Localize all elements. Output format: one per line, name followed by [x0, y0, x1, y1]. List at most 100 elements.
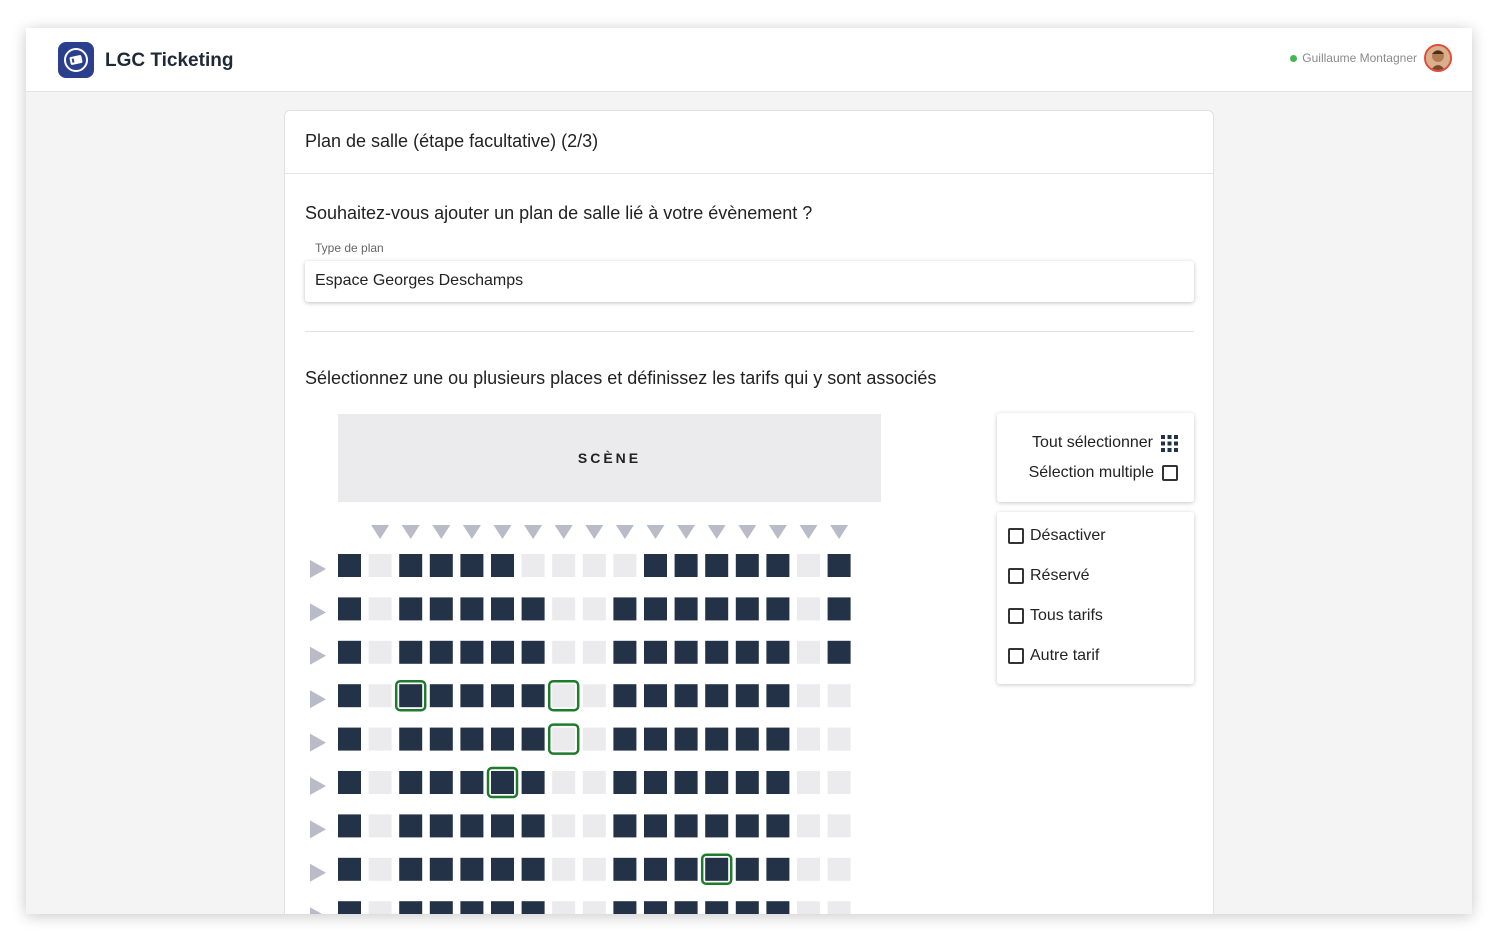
seat[interactable]: [491, 597, 514, 621]
seat[interactable]: [491, 727, 514, 751]
seat[interactable]: [460, 554, 484, 577]
multi-select-checkbox[interactable]: [1162, 465, 1178, 481]
seat[interactable]: [399, 684, 423, 708]
empty-seat-slot[interactable]: [582, 727, 606, 751]
disable-checkbox[interactable]: [1008, 528, 1024, 544]
seat[interactable]: [613, 857, 637, 881]
empty-seat-slot[interactable]: [797, 857, 820, 881]
empty-seat-slot[interactable]: [797, 640, 820, 664]
column-select-arrow[interactable]: [677, 525, 696, 539]
seat[interactable]: [338, 597, 361, 621]
column-select-arrow[interactable]: [493, 525, 512, 539]
column-select-arrow[interactable]: [707, 525, 726, 539]
seat[interactable]: [491, 857, 514, 881]
seat[interactable]: [399, 727, 423, 751]
seat[interactable]: [766, 684, 790, 708]
empty-seat-slot[interactable]: [582, 640, 606, 664]
seat[interactable]: [460, 901, 484, 914]
empty-seat-slot[interactable]: [582, 814, 606, 838]
seat[interactable]: [429, 554, 453, 577]
seat[interactable]: [735, 640, 759, 664]
empty-seat-slot[interactable]: [552, 901, 576, 914]
seat[interactable]: [705, 857, 729, 881]
empty-seat-slot[interactable]: [797, 727, 820, 751]
seat[interactable]: [674, 901, 698, 914]
seat[interactable]: [338, 901, 361, 914]
seat[interactable]: [674, 554, 698, 577]
empty-seat-slot[interactable]: [552, 684, 576, 708]
seat[interactable]: [613, 901, 637, 914]
row-select-arrow[interactable]: [310, 863, 326, 882]
seat[interactable]: [644, 771, 667, 794]
empty-seat-slot[interactable]: [368, 597, 392, 621]
seat[interactable]: [705, 640, 729, 664]
column-select-arrow[interactable]: [585, 525, 604, 539]
column-select-arrow[interactable]: [432, 525, 451, 539]
seat[interactable]: [674, 640, 698, 664]
seat[interactable]: [644, 554, 667, 577]
seat[interactable]: [338, 640, 361, 664]
seat[interactable]: [766, 771, 790, 794]
empty-seat-slot[interactable]: [582, 857, 606, 881]
seat[interactable]: [491, 771, 514, 794]
seat[interactable]: [460, 684, 484, 708]
empty-seat-slot[interactable]: [827, 857, 851, 881]
seat[interactable]: [644, 727, 667, 751]
empty-seat-slot[interactable]: [552, 727, 576, 751]
seat[interactable]: [766, 901, 790, 914]
seat[interactable]: [429, 901, 453, 914]
empty-seat-slot[interactable]: [827, 814, 851, 838]
seat[interactable]: [521, 771, 545, 794]
seat[interactable]: [429, 640, 453, 664]
seat[interactable]: [827, 554, 851, 577]
column-select-arrow[interactable]: [462, 525, 481, 539]
seat[interactable]: [460, 771, 484, 794]
seat[interactable]: [766, 814, 790, 838]
seat[interactable]: [399, 554, 423, 577]
seat[interactable]: [338, 684, 361, 708]
seat[interactable]: [399, 771, 423, 794]
empty-seat-slot[interactable]: [582, 597, 606, 621]
empty-seat-slot[interactable]: [582, 771, 606, 794]
empty-seat-slot[interactable]: [582, 554, 606, 577]
reserved-checkbox[interactable]: [1008, 568, 1024, 584]
seat[interactable]: [460, 814, 484, 838]
empty-seat-slot[interactable]: [797, 901, 820, 914]
column-select-arrow[interactable]: [615, 525, 634, 539]
option-all-prices[interactable]: Tous tarifs: [1008, 607, 1103, 625]
seat[interactable]: [338, 814, 361, 838]
empty-seat-slot[interactable]: [552, 814, 576, 838]
column-select-arrow[interactable]: [524, 525, 543, 539]
row-select-arrow[interactable]: [310, 560, 326, 578]
seat[interactable]: [735, 597, 759, 621]
empty-seat-slot[interactable]: [613, 554, 637, 577]
seat[interactable]: [705, 771, 729, 794]
seat[interactable]: [491, 684, 514, 708]
column-select-arrow[interactable]: [401, 525, 420, 539]
column-select-arrow[interactable]: [554, 525, 573, 539]
column-select-arrow[interactable]: [768, 525, 787, 539]
seat[interactable]: [338, 554, 361, 577]
seat[interactable]: [399, 640, 423, 664]
seat[interactable]: [735, 857, 759, 881]
seat[interactable]: [399, 814, 423, 838]
empty-seat-slot[interactable]: [368, 771, 392, 794]
seat[interactable]: [705, 901, 729, 914]
seat[interactable]: [399, 901, 423, 914]
empty-seat-slot[interactable]: [368, 814, 392, 838]
seat[interactable]: [674, 684, 698, 708]
empty-seat-slot[interactable]: [827, 771, 851, 794]
seat[interactable]: [521, 901, 545, 914]
seat[interactable]: [491, 901, 514, 914]
all-prices-checkbox[interactable]: [1008, 608, 1024, 624]
multi-select-toggle[interactable]: Sélection multiple: [1029, 464, 1178, 482]
seat[interactable]: [521, 684, 545, 708]
seat[interactable]: [491, 814, 514, 838]
seat[interactable]: [674, 597, 698, 621]
seat[interactable]: [429, 597, 453, 621]
column-select-arrow[interactable]: [830, 525, 849, 539]
seat[interactable]: [429, 814, 453, 838]
option-reserved[interactable]: Réservé: [1008, 567, 1090, 585]
seat[interactable]: [735, 814, 759, 838]
column-select-arrow[interactable]: [799, 525, 818, 539]
